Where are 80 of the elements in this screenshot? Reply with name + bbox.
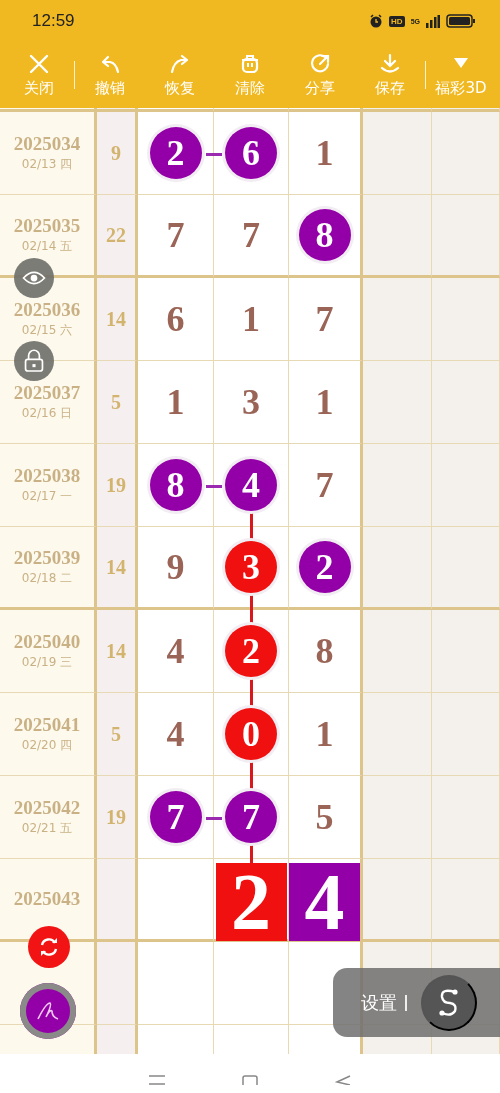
toolbar-button[interactable]: 清除 [215, 48, 285, 102]
redo-icon [169, 52, 191, 75]
draw-date: 02/15 六 [21, 322, 73, 339]
digit: 1 [315, 381, 334, 423]
toolbar-button[interactable]: 关闭 [4, 48, 74, 102]
digit: 7 [315, 464, 334, 506]
digit: 8 [315, 630, 334, 672]
sum-value: 19 [106, 473, 126, 497]
back-icon[interactable] [335, 1075, 352, 1085]
close-icon [28, 52, 50, 75]
number-ball: 2 [298, 541, 351, 593]
digit: 9 [166, 546, 185, 588]
sum-value: 5 [111, 722, 121, 746]
clock-time: 12:59 [32, 11, 76, 31]
sum-value: 19 [106, 805, 126, 829]
digit: 7 [315, 298, 334, 340]
issue-number: 2025043 [13, 888, 81, 910]
number-ball: 2 [225, 625, 277, 677]
settings-label[interactable]: 设置 [361, 990, 397, 1015]
sum-value: 22 [106, 223, 126, 247]
number-tile: 4 [289, 863, 360, 941]
digit: 4 [166, 630, 185, 672]
hd-badge: HD [389, 15, 405, 27]
digit: 3 [242, 381, 260, 423]
digit: 6 [166, 298, 185, 340]
number-ball: 0 [225, 708, 277, 760]
digit: 5 [315, 796, 334, 838]
trash-bin-icon [239, 52, 261, 75]
issue-number: 2025042 [13, 797, 81, 819]
digit: 1 [315, 132, 334, 174]
sum-value: 14 [106, 307, 126, 331]
issue-number: 2025034 [13, 133, 81, 155]
draw-date: 02/18 二 [21, 570, 73, 587]
sum-value: 14 [106, 555, 126, 579]
draw-date: 02/13 四 [21, 156, 73, 173]
digit: 1 [166, 381, 185, 423]
sum-value: 14 [106, 639, 126, 663]
number-ball: 7 [149, 791, 202, 843]
draw-date: 02/21 五 [21, 820, 73, 837]
toolbar-button[interactable]: 撤销 [75, 48, 145, 102]
toolbar-button[interactable]: 分享 [285, 48, 355, 102]
toolbar-button[interactable]: 保存 [355, 48, 425, 102]
digit: 7 [242, 214, 260, 256]
share-icon [309, 52, 331, 75]
draw-date: 02/17 一 [21, 488, 73, 505]
number-ball: 6 [225, 127, 277, 179]
toolbar-button[interactable]: 福彩3D [426, 48, 496, 102]
digit: 4 [166, 713, 185, 755]
draw-date: 02/14 五 [21, 238, 73, 255]
number-ball: 4 [225, 459, 277, 511]
sum-value: 9 [111, 141, 121, 165]
number-ball: 2 [149, 127, 202, 179]
refresh-icon [38, 936, 60, 958]
draw-date: 02/20 四 [21, 737, 73, 754]
menu-icon[interactable] [148, 1075, 165, 1085]
draw-date: 02/16 日 [21, 405, 73, 422]
issue-number: 2025041 [13, 714, 81, 736]
number-ball: 8 [298, 209, 351, 261]
toolbar-button[interactable]: 恢复 [145, 48, 215, 102]
digit: 7 [166, 214, 185, 256]
digit: 1 [315, 713, 334, 755]
signal-icon [426, 14, 440, 28]
number-ball: 3 [225, 541, 277, 593]
alarm-icon [369, 14, 384, 28]
issue-number: 2025038 [13, 465, 81, 487]
sum-value: 5 [111, 390, 121, 414]
home-icon[interactable] [242, 1075, 258, 1085]
number-ball: 8 [149, 459, 202, 511]
digit: 1 [242, 298, 260, 340]
lock-icon [24, 349, 44, 373]
download-icon [379, 52, 401, 75]
issue-number: 2025040 [13, 631, 81, 653]
battery-icon [446, 14, 476, 28]
number-tile: 2 [215, 863, 287, 941]
issue-number: 2025036 [13, 299, 81, 321]
issue-number: 2025037 [13, 382, 81, 404]
issue-number: 2025035 [13, 215, 81, 237]
number-ball: 7 [225, 791, 277, 843]
draw-date: 02/19 三 [21, 654, 73, 671]
issue-number: 2025039 [13, 547, 81, 569]
